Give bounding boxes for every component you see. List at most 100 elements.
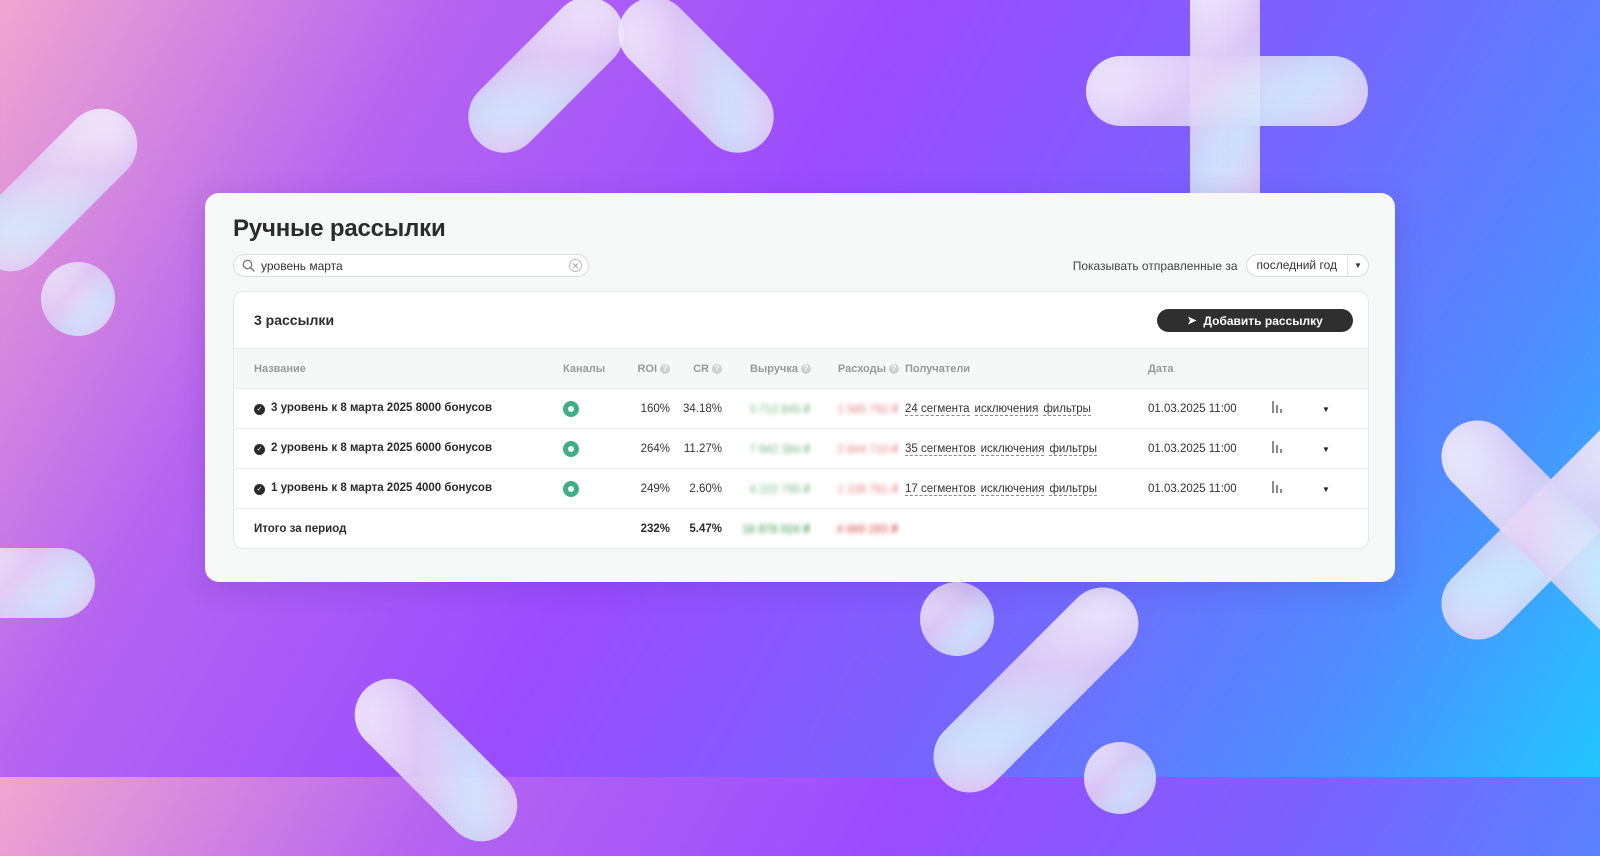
column-header-date[interactable]: Дата (1148, 349, 1272, 389)
channel-cell (563, 388, 623, 429)
column-header-expenses[interactable]: Расходы? (811, 349, 899, 389)
cr-value: 11.27% (670, 428, 722, 469)
stats-cell (1272, 428, 1322, 469)
mailings-count: 3 рассылки (254, 312, 335, 328)
column-header-recipients[interactable]: Получатели (899, 349, 1148, 389)
segments-link[interactable]: 35 сегментов (905, 442, 976, 456)
period-select-value: последний год (1247, 255, 1348, 276)
stats-cell (1272, 468, 1322, 509)
help-icon[interactable]: ? (889, 363, 899, 374)
actions-cell: ▼ (1322, 388, 1368, 429)
date-value: 01.03.2025 11:00 (1148, 468, 1272, 509)
search-box[interactable]: ✕ (233, 254, 589, 277)
channel-cell (563, 468, 623, 509)
column-header-cr[interactable]: CR? (670, 349, 722, 389)
decor-shape (0, 93, 153, 287)
decor-shape (41, 262, 115, 336)
chevron-down-icon[interactable]: ▼ (1322, 405, 1330, 414)
segments-link[interactable]: 17 сегментов (905, 482, 976, 496)
column-header-name[interactable]: Название (234, 349, 563, 389)
period-select[interactable]: последний год ▼ (1245, 254, 1369, 277)
panel-header: 3 рассылки ➤ Добавить рассылку (234, 292, 1368, 349)
chevron-down-icon[interactable]: ▼ (1348, 261, 1368, 270)
chevron-down-icon[interactable]: ▼ (1322, 445, 1330, 454)
stats-cell (1272, 388, 1322, 429)
table-header-row: Название Каналы ROI? CR? Выручка? Расход… (234, 349, 1368, 389)
add-mailing-label: Добавить рассылку (1203, 313, 1323, 328)
date-value: 01.03.2025 11:00 (1148, 428, 1272, 469)
column-header-roi[interactable]: ROI? (623, 349, 670, 389)
filters-link[interactable]: фильтры (1043, 402, 1091, 416)
total-expenses: 4 869 283 ₽ (836, 523, 899, 536)
expenses-value: 2 844 710 ₽ (811, 428, 899, 469)
date-value: 01.03.2025 11:00 (1148, 388, 1272, 429)
chat-channel-icon (563, 440, 579, 457)
roi-value: 249% (623, 468, 670, 509)
total-cr: 5.47% (689, 522, 722, 535)
chat-channel-icon (563, 400, 579, 417)
total-roi: 232% (640, 522, 670, 535)
decor-shape (603, 0, 789, 168)
column-header-revenue[interactable]: Выручка? (722, 349, 811, 389)
check-circle-icon: ✓ (254, 404, 265, 415)
mailings-table: Название Каналы ROI? CR? Выручка? Расход… (234, 349, 1368, 548)
recipients-cell: 24 сегмента исключения фильтры (899, 388, 1148, 429)
decor-shape (1086, 56, 1368, 126)
column-header-stats (1272, 349, 1322, 389)
mailings-panel: 3 рассылки ➤ Добавить рассылку Название … (233, 291, 1369, 549)
clear-search-icon[interactable]: ✕ (569, 259, 582, 272)
help-icon[interactable]: ? (712, 363, 722, 374)
exclusions-link[interactable]: исключения (974, 402, 1039, 416)
segments-link[interactable]: 24 сегмента (905, 402, 970, 416)
table-row[interactable]: ✓ 1 уровень к 8 марта 2025 4000 бонусов 2… (234, 468, 1368, 509)
decor-shape (0, 548, 95, 618)
decor-shape (1084, 742, 1156, 814)
search-input[interactable] (261, 258, 569, 273)
column-header-actions (1322, 349, 1368, 389)
check-circle-icon: ✓ (254, 444, 265, 455)
revenue-value: 3 712 845 ₽ (722, 388, 811, 429)
exclusions-link[interactable]: исключения (980, 482, 1045, 496)
search-icon (242, 259, 255, 272)
check-circle-icon: ✓ (254, 484, 265, 495)
help-icon[interactable]: ? (801, 363, 811, 374)
chevron-down-icon[interactable]: ▼ (1322, 485, 1330, 494)
decor-shape (453, 0, 639, 168)
channel-cell (563, 428, 623, 469)
mailing-name[interactable]: ✓ 1 уровень к 8 марта 2025 4000 бонусов (234, 468, 563, 509)
expenses-value: 1 585 792 ₽ (811, 388, 899, 429)
cr-value: 34.18% (670, 388, 722, 429)
bar-chart-icon[interactable] (1272, 441, 1282, 453)
help-icon[interactable]: ? (660, 363, 670, 374)
mailing-name[interactable]: ✓ 2 уровень к 8 марта 2025 6000 бонусов (234, 428, 563, 469)
mailing-name[interactable]: ✓ 3 уровень к 8 марта 2025 8000 бонусов (234, 388, 563, 429)
chat-channel-icon (563, 480, 579, 497)
expenses-value: 1 238 781 ₽ (811, 468, 899, 509)
page-title: Ручные рассылки (233, 215, 446, 242)
revenue-value: 7 942 384 ₽ (722, 428, 811, 469)
revenue-value: 4 222 795 ₽ (722, 468, 811, 509)
roi-value: 264% (623, 428, 670, 469)
table-row[interactable]: ✓ 3 уровень к 8 марта 2025 8000 бонусов 1… (234, 388, 1368, 429)
exclusions-link[interactable]: исключения (980, 442, 1045, 456)
add-mailing-button[interactable]: ➤ Добавить рассылку (1157, 309, 1353, 332)
bar-chart-icon[interactable] (1272, 401, 1282, 413)
total-row: Итого за период 232% 5.47% 16 878 024 ₽ … (234, 509, 1368, 549)
recipients-cell: 35 сегментов исключения фильтры (899, 428, 1148, 469)
period-label: Показывать отправленные за (1072, 258, 1238, 273)
decor-shape (920, 582, 994, 656)
total-revenue: 16 878 024 ₽ (742, 523, 811, 536)
filters-link[interactable]: фильтры (1049, 482, 1098, 496)
total-channels (563, 509, 623, 549)
send-arrow-icon: ➤ (1187, 315, 1197, 327)
actions-cell: ▼ (1322, 428, 1368, 469)
table-row[interactable]: ✓ 2 уровень к 8 марта 2025 6000 бонусов 2… (234, 428, 1368, 469)
mailings-card: Ручные рассылки ✕ Показывать отправленны… (205, 193, 1395, 582)
recipients-cell: 17 сегментов исключения фильтры (899, 468, 1148, 509)
roi-value: 160% (623, 388, 670, 429)
period-filter: Показывать отправленные за последний год… (1073, 254, 1369, 277)
bar-chart-icon[interactable] (1272, 481, 1282, 493)
column-header-channels[interactable]: Каналы (563, 349, 623, 389)
total-label: Итого за период (254, 522, 347, 535)
filters-link[interactable]: фильтры (1049, 442, 1098, 456)
